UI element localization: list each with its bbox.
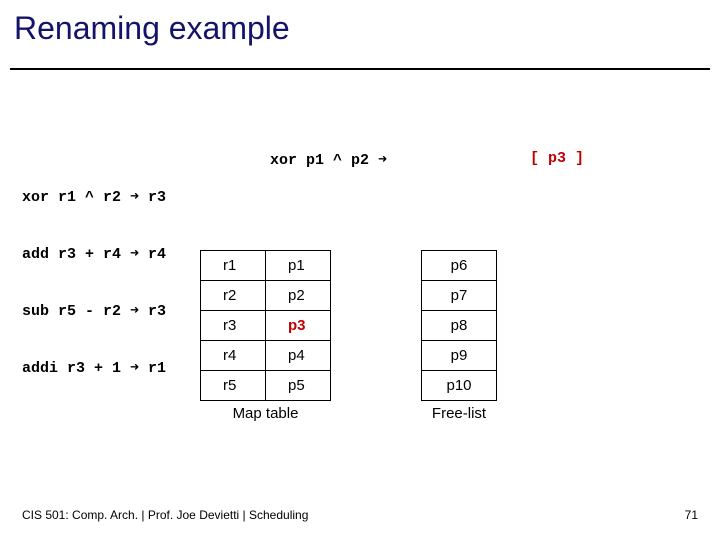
- renamed-dest: [ p3 ]: [530, 150, 584, 167]
- table-row: p8: [422, 311, 497, 341]
- slide-title: Renaming example: [14, 10, 290, 47]
- footer-left: CIS 501: Comp. Arch. | Prof. Joe Deviett…: [22, 508, 308, 522]
- tables-area: r1 p1 r2 p2 r3 p3 r4 p4 r5 p5: [200, 250, 497, 422]
- map-table: r1 p1 r2 p2 r3 p3 r4 p4 r5 p5: [200, 250, 331, 401]
- free-list-table: p6 p7 p8 p9 p10: [421, 250, 497, 401]
- table-row: r4 p4: [201, 341, 331, 371]
- table-row: r2 p2: [201, 281, 331, 311]
- title-rule: [10, 68, 710, 70]
- table-row: r5 p5: [201, 371, 331, 401]
- original-code: xor r1 ^ r2 ➜ r3 add r3 + r4 ➜ r4 sub r5…: [22, 150, 166, 397]
- table-row: p6: [422, 251, 497, 281]
- map-arch: r1: [201, 251, 266, 281]
- free-item: p9: [422, 341, 497, 371]
- table-row: r3 p3: [201, 311, 331, 341]
- table-row: p10: [422, 371, 497, 401]
- code-line-3: sub r5 - r2 ➜ r3: [22, 302, 166, 321]
- table-row: p9: [422, 341, 497, 371]
- map-phys: p5: [266, 371, 331, 401]
- map-phys: p2: [266, 281, 331, 311]
- free-item: p10: [422, 371, 497, 401]
- free-item: p8: [422, 311, 497, 341]
- free-item: p7: [422, 281, 497, 311]
- map-arch: r5: [201, 371, 266, 401]
- table-row: p7: [422, 281, 497, 311]
- map-table-caption: Map table: [200, 401, 331, 422]
- map-phys-hot: p3: [266, 311, 331, 341]
- code-line-2: add r3 + r4 ➜ r4: [22, 245, 166, 264]
- map-table-wrapper: r1 p1 r2 p2 r3 p3 r4 p4 r5 p5: [200, 250, 331, 422]
- map-arch: r3: [201, 311, 266, 341]
- free-list-caption: Free-list: [421, 401, 497, 422]
- map-arch: r2: [201, 281, 266, 311]
- code-line-1: xor r1 ^ r2 ➜ r3: [22, 188, 166, 207]
- renamed-stem: xor p1 ^ p2 ➜: [270, 150, 387, 169]
- map-arch: r4: [201, 341, 266, 371]
- code-line-4: addi r3 + 1 ➜ r1: [22, 359, 166, 378]
- page-number: 71: [685, 508, 698, 522]
- map-phys: p4: [266, 341, 331, 371]
- map-phys: p1: [266, 251, 331, 281]
- free-list-wrapper: p6 p7 p8 p9 p10 Free-list: [331, 250, 497, 422]
- table-row: r1 p1: [201, 251, 331, 281]
- free-item: p6: [422, 251, 497, 281]
